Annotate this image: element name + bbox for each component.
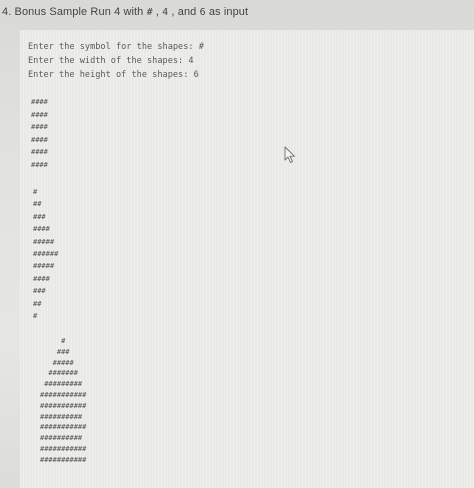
console-prompts: Enter the symbol for the shapes: # Enter … — [28, 40, 204, 82]
prompt-height: Enter the height of the shapes: 6 — [28, 70, 199, 80]
arrow-shape-output: # ## ### #### ##### ###### ##### #### ##… — [33, 188, 59, 321]
heading-suffix: as input — [205, 6, 249, 18]
pyramid-shape-output: # ### ##### ####### ######### ##########… — [40, 337, 87, 464]
mouse-pointer-icon — [284, 146, 295, 163]
heading-sep-2: , and — [168, 6, 200, 18]
instruction-heading: 4. Bonus Sample Run 4 with # , 4 , and 6… — [2, 6, 248, 18]
prompt-symbol: Enter the symbol for the shapes: # — [28, 42, 204, 52]
heading-prefix: 4. Bonus Sample Run 4 with — [2, 6, 147, 18]
square-shape-output: #### #### #### #### #### #### — [31, 98, 48, 169]
prompt-width: Enter the width of the shapes: 4 — [28, 56, 194, 66]
console-output-panel — [20, 30, 474, 488]
heading-sep-1: , — [152, 6, 163, 18]
